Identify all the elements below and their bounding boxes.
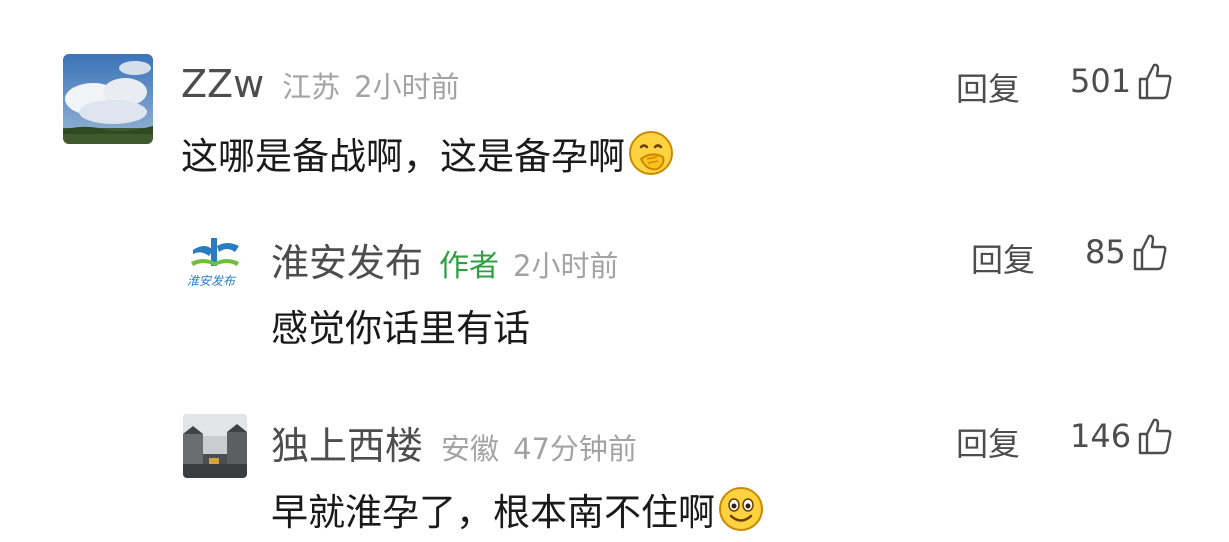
comment-time: 47分钟前: [513, 432, 637, 466]
comment-text: 早就淮孕了，根本南不住啊: [271, 491, 715, 534]
comment-time: 2小时前: [354, 70, 460, 104]
reply-button[interactable]: 回复: [956, 419, 1020, 465]
like-button[interactable]: 501: [1070, 62, 1173, 100]
comment-text: 感觉你话里有话: [271, 307, 530, 350]
user-region: 江苏: [282, 70, 341, 104]
avatar[interactable]: [183, 414, 247, 478]
smiling-emoji: [717, 485, 765, 533]
comment-text-row: 感觉你话里有话: [271, 298, 530, 352]
like-count: 501: [1070, 62, 1132, 100]
comment-text-row: 这哪是备战啊，这是备孕啊: [181, 126, 675, 180]
comment-text: 这哪是备战啊，这是备孕啊: [181, 135, 625, 178]
avatar-logo-text: 淮安发布: [187, 274, 236, 288]
user-region: 安徽: [441, 432, 500, 466]
like-count: 85: [1085, 233, 1126, 271]
user-name[interactable]: ZZw: [181, 62, 264, 106]
reply-button[interactable]: 回复: [971, 235, 1035, 281]
comment-text-row: 早就淮孕了，根本南不住啊: [271, 482, 765, 536]
avatar[interactable]: 淮安发布: [183, 232, 247, 296]
thumbs-up-icon: [1137, 62, 1173, 100]
like-button[interactable]: 85: [1085, 233, 1168, 271]
avatar[interactable]: [63, 54, 153, 144]
reply-button[interactable]: 回复: [956, 64, 1020, 110]
author-badge: 作者: [439, 249, 500, 284]
like-button[interactable]: 146: [1070, 417, 1173, 455]
thumbs-up-icon: [1137, 417, 1173, 455]
user-name[interactable]: 独上西楼: [271, 415, 423, 470]
user-name[interactable]: 淮安发布: [271, 232, 423, 287]
like-count: 146: [1070, 417, 1132, 455]
thumbs-up-icon: [1132, 233, 1168, 271]
hand-over-mouth-emoji: [627, 129, 675, 177]
comment-time: 2小时前: [513, 249, 619, 283]
